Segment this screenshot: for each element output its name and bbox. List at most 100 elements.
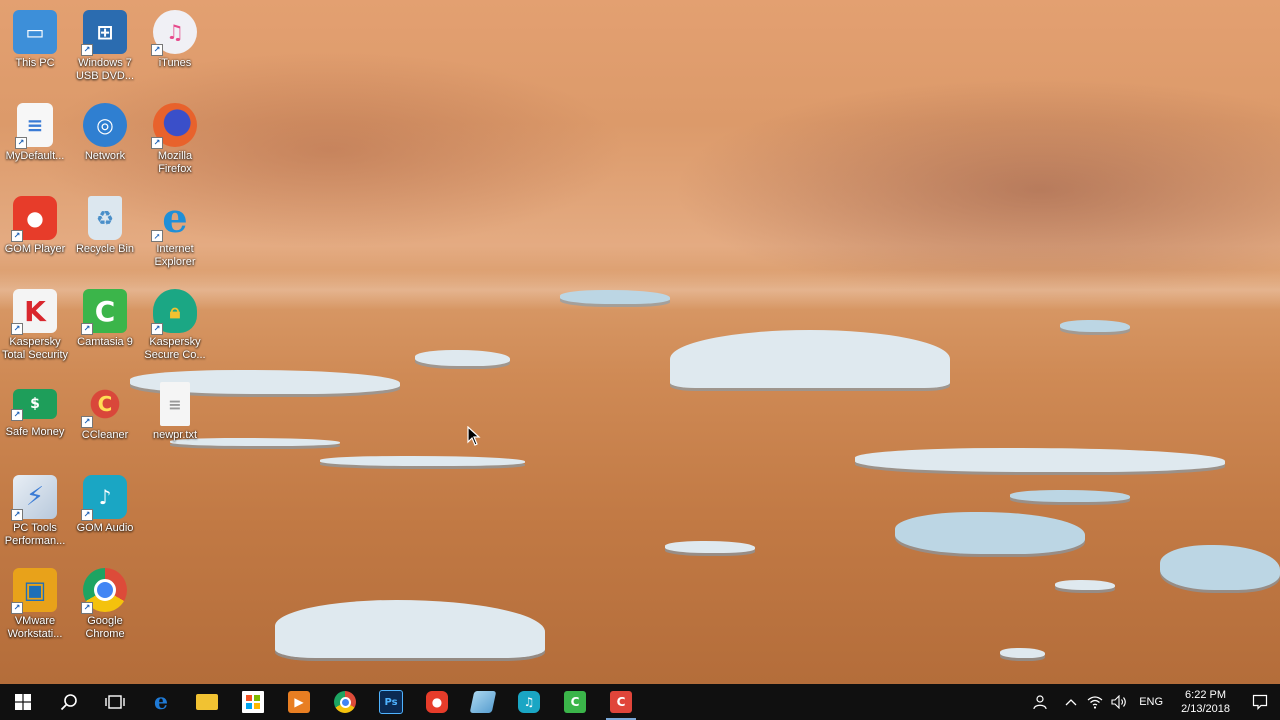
clock-time: 6:22 PM bbox=[1185, 689, 1227, 701]
windows-start-icon bbox=[15, 694, 31, 710]
taskbar-app-chrome[interactable] bbox=[322, 684, 368, 720]
wallpaper-ice bbox=[415, 350, 510, 366]
shortcut-arrow-icon: ↗ bbox=[151, 230, 163, 242]
ccleaner-icon: C ↗ bbox=[81, 382, 127, 428]
desktop-icon-gom-audio[interactable]: ♪ ↗ GOM Audio bbox=[70, 475, 140, 535]
desktop-icon-label: iTunes bbox=[158, 57, 192, 69]
safe-money-icon: $ ↗ bbox=[11, 389, 57, 421]
chevron-up-icon bbox=[1065, 699, 1077, 706]
desktop-icon-camtasia-9[interactable]: C ↗ Camtasia 9 bbox=[70, 289, 140, 349]
desktop-icon-google-chrome[interactable]: ↗ Google Chrome bbox=[70, 568, 140, 641]
desktop-icon-recycle-bin[interactable]: ♻ Recycle Bin bbox=[70, 196, 140, 256]
wallpaper-ice bbox=[320, 456, 525, 466]
chrome-icon bbox=[334, 691, 356, 713]
action-center-icon bbox=[1252, 694, 1268, 710]
taskbar-app-media-player[interactable]: ▶ bbox=[276, 684, 322, 720]
taskbar-app-camtasia-recorder[interactable]: C bbox=[598, 684, 644, 720]
desktop-icon-pc-tools[interactable]: ⚡ ↗ PC Tools Performan... bbox=[0, 475, 70, 548]
shortcut-arrow-icon: ↗ bbox=[11, 602, 23, 614]
camtasia-recorder-icon: C bbox=[610, 691, 632, 713]
desktop-icon-kaspersky-secure-connection[interactable]: 🔒︎ ↗ Kaspersky Secure Co... bbox=[140, 289, 210, 362]
camtasia-icon: C bbox=[564, 691, 586, 713]
desktop-icon-newpr-txt[interactable]: ≡ newpr.txt bbox=[140, 382, 210, 442]
wallpaper-ice bbox=[1060, 320, 1130, 332]
action-center-button[interactable] bbox=[1240, 684, 1280, 720]
desktop-icon-this-pc[interactable]: ▭ This PC bbox=[0, 10, 70, 70]
chrome-center-icon bbox=[94, 579, 116, 601]
wallpaper-ice bbox=[895, 512, 1085, 554]
desktop-icon-label: Safe Money bbox=[5, 426, 65, 438]
shortcut-arrow-icon: ↗ bbox=[81, 416, 93, 428]
people-button[interactable] bbox=[1027, 684, 1051, 720]
desktop-icon-vmware-workstation[interactable]: ▣ ↗ VMware Workstati... bbox=[0, 568, 70, 641]
show-hidden-icons-button[interactable] bbox=[1059, 684, 1083, 720]
desktop-icon-label: GOM Player bbox=[4, 243, 66, 255]
kaspersky-icon: K ↗ bbox=[11, 289, 57, 335]
search-button[interactable] bbox=[46, 684, 92, 720]
desktop-icon-label: Internet Explorer bbox=[154, 243, 196, 268]
file-explorer-icon bbox=[196, 694, 218, 710]
desktop-icon-label: This PC bbox=[15, 57, 55, 69]
wallpaper-ice bbox=[670, 330, 950, 388]
notepad-icon bbox=[469, 691, 497, 713]
input-language-indicator[interactable]: ENG bbox=[1131, 696, 1171, 708]
desktop-icon-label: CCleaner bbox=[81, 429, 129, 441]
wallpaper-ice bbox=[1055, 580, 1115, 590]
desktop-icon-kaspersky-total-security[interactable]: K ↗ Kaspersky Total Security bbox=[0, 289, 70, 362]
taskbar-app-gom-audio[interactable]: ♫ bbox=[506, 684, 552, 720]
taskbar-app-file-explorer[interactable] bbox=[184, 684, 230, 720]
shortcut-arrow-icon: ↗ bbox=[151, 137, 163, 149]
gom-audio-icon: ♪ ↗ bbox=[81, 475, 127, 521]
wallpaper-ice bbox=[275, 600, 545, 658]
start-button[interactable] bbox=[0, 684, 46, 720]
chrome-center-icon bbox=[339, 696, 351, 708]
desktop-icon-internet-explorer[interactable]: e ↗ Internet Explorer bbox=[140, 195, 210, 269]
gom-player-icon: ● ↗ bbox=[11, 196, 57, 242]
wallpaper-ice bbox=[1160, 545, 1280, 590]
gom-audio-icon: ♫ bbox=[518, 691, 540, 713]
windows-usb-tool-icon: ⊞ ↗ bbox=[81, 10, 127, 56]
taskbar: e ▶ Ps ● ♫ C C ENG 6:22 PM 2/13/2018 bbox=[0, 684, 1280, 720]
taskbar-app-photoshop[interactable]: Ps bbox=[368, 684, 414, 720]
internet-explorer-icon: e ↗ bbox=[151, 195, 197, 242]
wallpaper-ice bbox=[1000, 648, 1045, 658]
taskbar-app-store[interactable] bbox=[230, 684, 276, 720]
shortcut-arrow-icon: ↗ bbox=[151, 44, 163, 56]
shortcut-arrow-icon: ↗ bbox=[81, 323, 93, 335]
desktop-icon-label: Network bbox=[84, 150, 126, 162]
desktop-icon-safe-money[interactable]: $ ↗ Safe Money bbox=[0, 382, 70, 439]
desktop-icon-label: Recycle Bin bbox=[75, 243, 135, 255]
system-tray: ENG 6:22 PM 2/13/2018 bbox=[1027, 684, 1280, 720]
text-file-icon: ≡ bbox=[160, 382, 190, 426]
desktop-icon-label: Kaspersky Secure Co... bbox=[144, 336, 206, 361]
task-view-button[interactable] bbox=[92, 684, 138, 720]
desktop-icon-firefox[interactable]: ↗ Mozilla Firefox bbox=[140, 103, 210, 176]
edge-icon: e bbox=[154, 689, 168, 715]
desktop-icon-windows-usb[interactable]: ⊞ ↗ Windows 7 USB DVD... bbox=[70, 10, 140, 83]
pc-tools-icon: ⚡ ↗ bbox=[11, 475, 57, 521]
this-pc-icon: ▭ bbox=[13, 10, 57, 54]
desktop-icon-label: Kaspersky Total Security bbox=[1, 336, 69, 361]
taskbar-app-gom-player[interactable]: ● bbox=[414, 684, 460, 720]
network-button[interactable] bbox=[1083, 684, 1107, 720]
wallpaper-ice bbox=[665, 541, 755, 553]
clock-date: 2/13/2018 bbox=[1181, 703, 1230, 715]
taskbar-clock[interactable]: 6:22 PM 2/13/2018 bbox=[1171, 688, 1240, 716]
taskbar-app-notepad[interactable] bbox=[460, 684, 506, 720]
desktop-icon-ccleaner[interactable]: C ↗ CCleaner bbox=[70, 382, 140, 442]
taskbar-app-edge[interactable]: e bbox=[138, 684, 184, 720]
shortcut-arrow-icon: ↗ bbox=[11, 323, 23, 335]
desktop-icon-network[interactable]: ◎ Network bbox=[70, 103, 140, 163]
desktop-icon-itunes[interactable]: ♫ ↗ iTunes bbox=[140, 10, 210, 70]
camtasia-icon: C ↗ bbox=[81, 289, 127, 335]
network-icon: ◎ bbox=[83, 103, 127, 147]
photoshop-icon: Ps bbox=[379, 690, 403, 714]
desktop-icon-mydefault[interactable]: ≡ ↗ MyDefault... bbox=[0, 103, 70, 163]
itunes-icon: ♫ ↗ bbox=[151, 10, 197, 56]
volume-button[interactable] bbox=[1107, 684, 1131, 720]
wallpaper-ice bbox=[560, 290, 670, 304]
taskbar-app-camtasia[interactable]: C bbox=[552, 684, 598, 720]
gom-player-icon: ● bbox=[426, 691, 448, 713]
desktop-icon-label: newpr.txt bbox=[152, 429, 198, 441]
desktop-icon-gom-player[interactable]: ● ↗ GOM Player bbox=[0, 196, 70, 256]
